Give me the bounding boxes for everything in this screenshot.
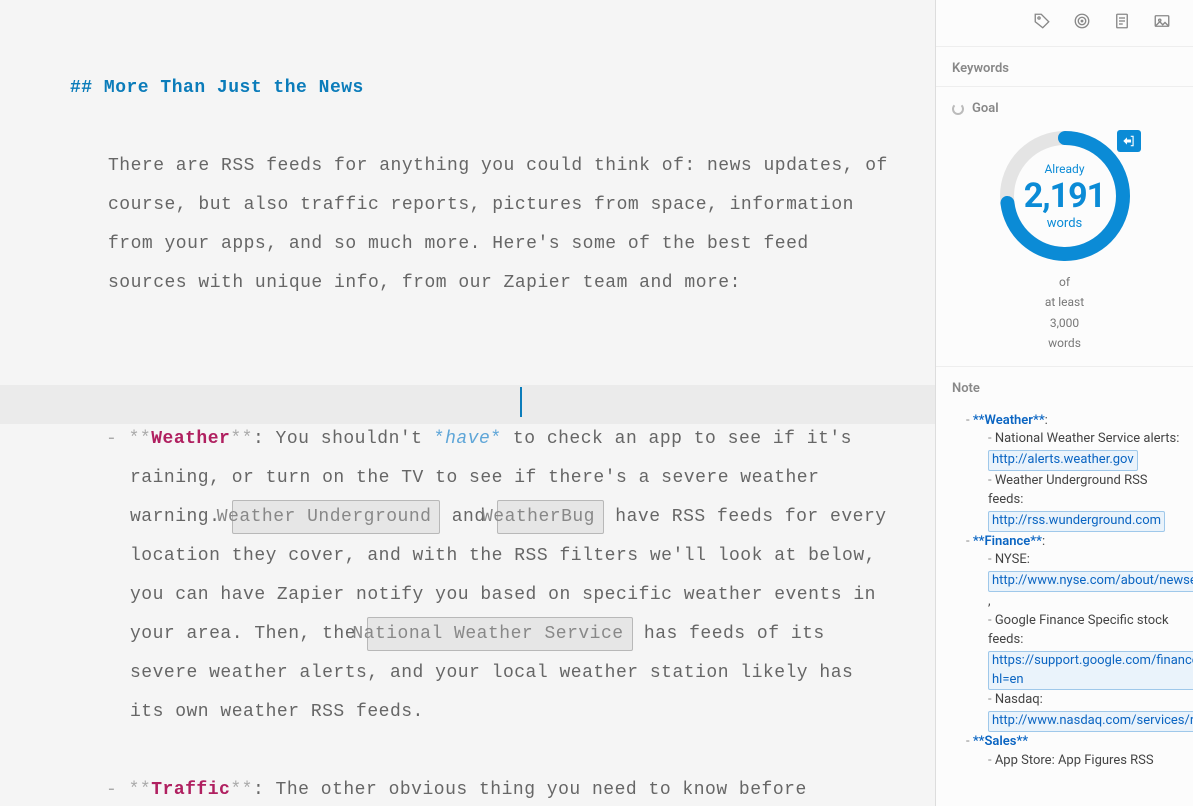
note-dash: - [988,753,995,768]
goal-sub-target: 3,000 [936,313,1193,333]
goal-sub-text: of at least 3,000 words [936,272,1193,354]
list-item: - **Traffic**: The other obvious thing y… [130,771,895,806]
markdown-istar: * [434,429,445,449]
link-token[interactable]: WeatherBug [497,500,604,534]
target-icon[interactable] [1073,12,1091,34]
note-line: - **Weather**: [952,412,1183,431]
note-link[interactable]: http://www.nyse.com/about/newsevents/114… [988,571,1193,592]
goal-widget: Already 2,191 words of at least 3,000 wo… [936,122,1193,367]
bullet-list: - **Weather**: You shouldn't *have* to c… [70,381,895,806]
heading-text: More Than Just the News [104,78,364,98]
note-header[interactable]: Note [936,367,1193,406]
tag-icon[interactable] [1033,12,1051,34]
note-dash: - [966,534,973,549]
note-bold: **Finance** [973,534,1042,549]
bold-label: Weather [151,429,230,449]
keywords-header[interactable]: Keywords [936,47,1193,87]
bullet-dash: - [106,780,129,800]
goal-sub-of: of [936,272,1193,292]
markdown-stars: ** [129,429,152,449]
text-run: : You shouldn't [253,429,434,449]
markdown-stars: ** [129,780,152,800]
note-dash: - [966,413,973,428]
note-line: - Weather Underground RSS feeds: http://… [952,472,1183,533]
note-dash: - [988,613,995,628]
goal-label: Goal [972,101,999,116]
note-line: - App Store: App Figures RSS [952,752,1183,771]
goal-ring-text: Already 2,191 words [995,126,1135,266]
note-dash: - [988,692,995,707]
italic-text: have [445,429,490,449]
intro-paragraph: There are RSS feeds for anything you cou… [70,147,895,303]
sidebar-tabs [936,0,1193,47]
markdown-istar: * [490,429,501,449]
goal-already-label: Already [1044,162,1084,176]
note-bold: **Sales** [973,734,1028,749]
note-line: - Nasdaq: http://www.nasdaq.com/services… [952,691,1183,733]
note-dash: - [988,473,995,488]
note-link[interactable]: http://www.nasdaq.com/services/rss.aspx [988,711,1193,732]
list-item: - **Weather**: You shouldn't *have* to c… [130,420,895,732]
note-line: - **Finance**: [952,533,1183,552]
goal-sub-wordslabel: words [936,333,1193,353]
link-token[interactable]: National Weather Service [367,617,632,651]
link-token[interactable]: Weather Underground [232,500,441,534]
image-icon[interactable] [1153,12,1171,34]
refresh-icon [952,103,964,115]
sidebar: Keywords Goal Already 2,191 words of at … [935,0,1193,806]
goal-sub-atleast: at least [936,292,1193,312]
bold-label: Traffic [151,780,230,800]
note-link[interactable]: http://alerts.weather.gov [988,450,1138,471]
note-dash: - [966,734,973,749]
note-link[interactable]: https://support.google.com/finance/answe… [988,651,1193,691]
bullet-dash: - [106,429,129,449]
markdown-stars: ** [230,780,253,800]
goal-count: 2,191 [1024,176,1105,216]
note-line: - **Sales** [952,733,1183,752]
note-line: - Google Finance Specific stock feeds: h… [952,612,1183,691]
note-line: - National Weather Service alerts: http:… [952,430,1183,472]
goal-progress-ring: Already 2,191 words [995,126,1135,266]
note-link[interactable]: http://rss.wunderground.com [988,511,1165,532]
note-icon[interactable] [1113,12,1131,34]
markdown-stars: ** [230,429,253,449]
share-icon[interactable] [1117,130,1141,152]
note-bold: **Weather** [973,413,1045,428]
editor-pane[interactable]: ## More Than Just the News There are RSS… [0,0,935,806]
heading-prefix: ## [70,78,104,98]
markdown-heading: ## More Than Just the News [70,78,364,98]
note-dash: - [988,431,995,446]
note-line: - NYSE: http://www.nyse.com/about/newsev… [952,551,1183,612]
editor-content[interactable]: ## More Than Just the News There are RSS… [0,0,935,806]
goal-words-label: words [1047,216,1083,231]
goal-header[interactable]: Goal [936,87,1193,122]
text-cursor [520,387,522,417]
note-dash: - [988,552,995,567]
note-body[interactable]: - **Weather**:- National Weather Service… [936,406,1193,791]
